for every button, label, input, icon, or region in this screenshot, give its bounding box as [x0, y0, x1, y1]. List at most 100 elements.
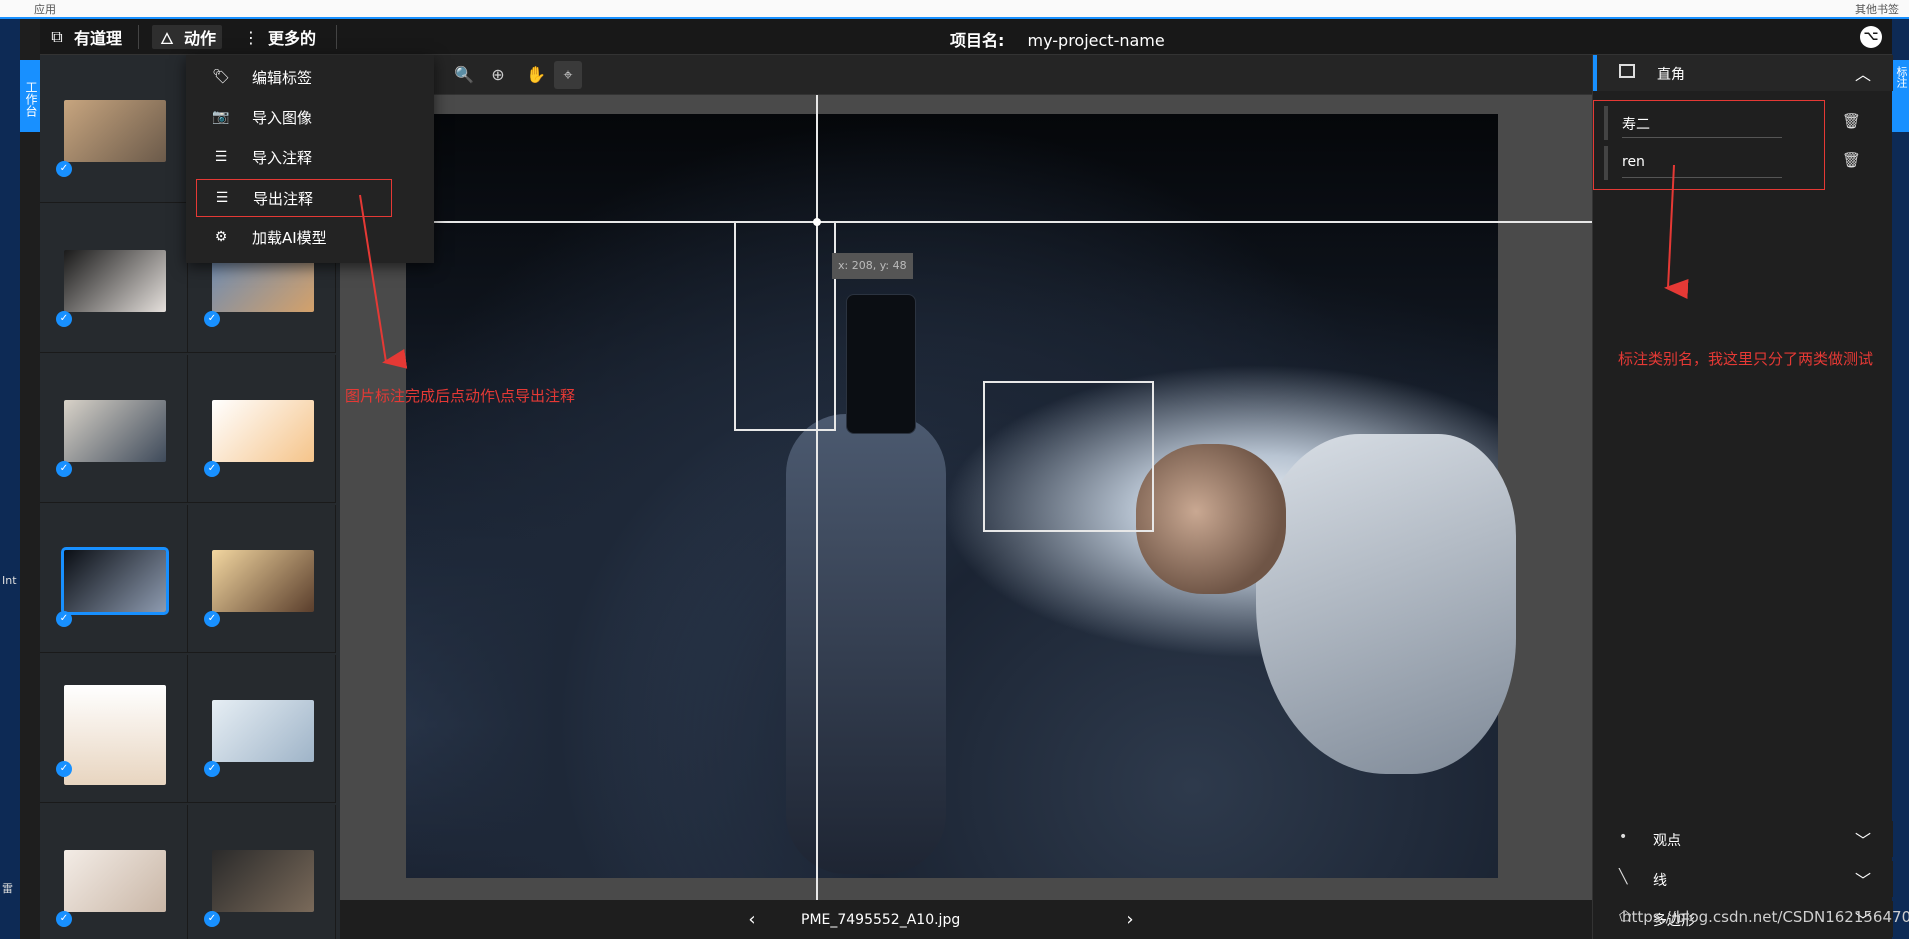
check-icon: ✓ — [204, 311, 220, 327]
more-label: 更多的 — [268, 29, 317, 48]
menu-item-import-images[interactable]: 📷 导入图像 — [196, 99, 390, 135]
label-text: ren — [1622, 154, 1645, 170]
logo-button[interactable]: ⧉ 有道理 — [42, 25, 128, 49]
label-input[interactable]: 寿二 — [1604, 106, 1784, 140]
line-section-title: 线 — [1653, 873, 1667, 889]
check-icon: ✓ — [204, 611, 220, 627]
check-icon: ✓ — [204, 461, 220, 477]
desktop-right-edge — [1892, 19, 1909, 939]
menu-item-load-ai-model[interactable]: ⚙ 加载AI模型 — [196, 219, 390, 255]
thumbnail-image — [64, 250, 166, 312]
check-icon: ✓ — [204, 911, 220, 927]
cursor-coordinates: x: 208, y: 48 — [832, 253, 913, 279]
thumbnail-item[interactable]: ✓ — [40, 355, 188, 503]
ai-model-icon: ⚙ — [214, 229, 228, 245]
desktop-left-edge — [0, 19, 20, 939]
input-underline — [1622, 137, 1782, 138]
thumbnail-image — [64, 850, 166, 912]
canvas-toolbar: 🔍 ⊕ ✋ ⌖ — [340, 55, 1592, 95]
menu-item-export-annotations[interactable]: ☰ 导出注释 — [196, 179, 392, 217]
export-icon: ☰ — [215, 190, 229, 206]
watermark: https://blog.csdn.net/CSDN1621564706 — [1622, 908, 1909, 926]
kebab-icon: ⋮ — [243, 27, 259, 47]
thumbnail-item[interactable]: ✓ — [188, 655, 336, 803]
desktop-left-tab[interactable]: 工作台 — [20, 60, 40, 132]
next-image-button[interactable]: › — [1118, 908, 1142, 932]
point-section-header[interactable]: • 观点 ﹀ — [1593, 821, 1893, 857]
chevron-down-icon[interactable]: ﹀ — [1855, 867, 1871, 891]
line-icon: ╲ — [1619, 869, 1628, 885]
thumbnail-image — [64, 685, 166, 785]
thumbnail-item[interactable]: ✓ — [40, 55, 188, 203]
point-icon: • — [1619, 829, 1628, 845]
menu-item-label: 加载AI模型 — [252, 228, 327, 247]
bounding-box-face[interactable] — [983, 381, 1154, 532]
label-list-highlight: 寿二 ren — [1593, 100, 1825, 190]
tag-icon: 🏷 — [212, 69, 230, 85]
project-label: 项目名: — [950, 31, 1005, 50]
menu-item-label: 导入注释 — [252, 148, 313, 167]
check-icon: ✓ — [56, 161, 72, 177]
menu-item-label: 导出注释 — [253, 189, 314, 208]
desktop-label: 雷 — [2, 882, 13, 895]
github-icon[interactable]: ⌥ — [1860, 26, 1882, 48]
hand-icon[interactable]: ✋ — [522, 61, 550, 89]
label-text: 寿二 — [1622, 117, 1650, 133]
image-face — [1136, 444, 1286, 594]
check-icon: ✓ — [56, 761, 72, 777]
thumbnail-item[interactable]: ✓ — [40, 805, 188, 939]
delete-label-icon[interactable]: 🗑 — [1842, 112, 1861, 130]
labels-panel: 直角 ︿ 寿二 ren 🗑 🗑 标注类别名，我这里只分了两类做测试 • 观点 ﹀… — [1592, 55, 1893, 939]
zoom-fit-icon[interactable]: ⊕ — [484, 61, 512, 89]
app-window: ⧉ 有道理 🜂 动作 ⋮ 更多的 项目名: my-project-name ⌥ … — [40, 19, 1893, 939]
thumbnail-image — [212, 700, 314, 762]
thumbnail-item[interactable]: ✓ — [40, 655, 188, 803]
action-label: 动作 — [184, 29, 217, 48]
logo-icon: ⧉ — [51, 27, 63, 46]
chevron-up-icon[interactable]: ︿ — [1855, 61, 1871, 85]
bounding-box-phone[interactable] — [734, 221, 836, 431]
top-bar: ⧉ 有道理 🜂 动作 ⋮ 更多的 项目名: my-project-name ⌥ — [40, 19, 1892, 55]
thumbnail-item[interactable]: ✓ — [188, 355, 336, 503]
delete-label-icon[interactable]: 🗑 — [1842, 151, 1861, 169]
menu-item-import-annotations[interactable]: ☰ 导入注释 — [196, 139, 390, 175]
import-icon: ☰ — [214, 149, 228, 165]
rect-section-header[interactable]: 直角 ︿ — [1593, 55, 1893, 91]
desktop-label: Int — [2, 574, 17, 587]
check-icon: ✓ — [56, 911, 72, 927]
thumbnail-item[interactable]: ✓ — [40, 205, 188, 353]
thumbnail-image — [64, 400, 166, 462]
bookmarks-link[interactable]: 其他书签 — [1855, 1, 1899, 17]
thumbnail-item[interactable]: ✓ — [188, 505, 336, 653]
prev-image-button[interactable]: ‹ — [740, 908, 764, 932]
thumbnail-item[interactable]: ✓ — [188, 805, 336, 939]
project-name[interactable]: my-project-name — [1028, 31, 1165, 50]
more-menu-button[interactable]: ⋮ 更多的 — [236, 25, 322, 49]
crosshair-icon[interactable]: ⌖ — [554, 61, 582, 89]
annotated-image — [406, 114, 1516, 878]
check-icon: ✓ — [56, 461, 72, 477]
camera-icon: 📷 — [212, 109, 230, 125]
input-underline — [1622, 177, 1782, 178]
project-title: 项目名: my-project-name — [950, 27, 1165, 51]
label-input[interactable]: ren — [1604, 146, 1784, 180]
line-section-header[interactable]: ╲ 线 ﹀ — [1593, 861, 1893, 897]
editor-canvas[interactable]: x: 208, y: 48 — [340, 95, 1592, 900]
action-menu-button[interactable]: 🜂 动作 — [152, 25, 223, 49]
check-icon: ✓ — [56, 311, 72, 327]
menu-item-edit-labels[interactable]: 🏷 编辑标签 — [196, 59, 390, 95]
menu-item-label: 编辑标签 — [252, 68, 313, 87]
image-phone — [846, 294, 916, 434]
annotation-note-left: 图片标注完成后点动作\点导出注释 — [345, 387, 576, 405]
image-navigation-bar: ‹ PME_7495552_A10.jpg › — [340, 900, 1592, 939]
thumbnail-item[interactable]: ✓ — [40, 505, 188, 653]
point-section-title: 观点 — [1653, 833, 1681, 849]
apps-link[interactable]: 应用 — [34, 1, 56, 17]
divider — [138, 25, 139, 49]
check-icon: ✓ — [56, 611, 72, 627]
annotation-note-right: 标注类别名，我这里只分了两类做测试 — [1618, 350, 1874, 368]
zoom-out-icon[interactable]: 🔍 — [450, 61, 478, 89]
desktop-right-tab[interactable]: 标注 — [1892, 60, 1909, 132]
thumbnail-image — [212, 400, 314, 462]
chevron-down-icon[interactable]: ﹀ — [1855, 827, 1871, 851]
